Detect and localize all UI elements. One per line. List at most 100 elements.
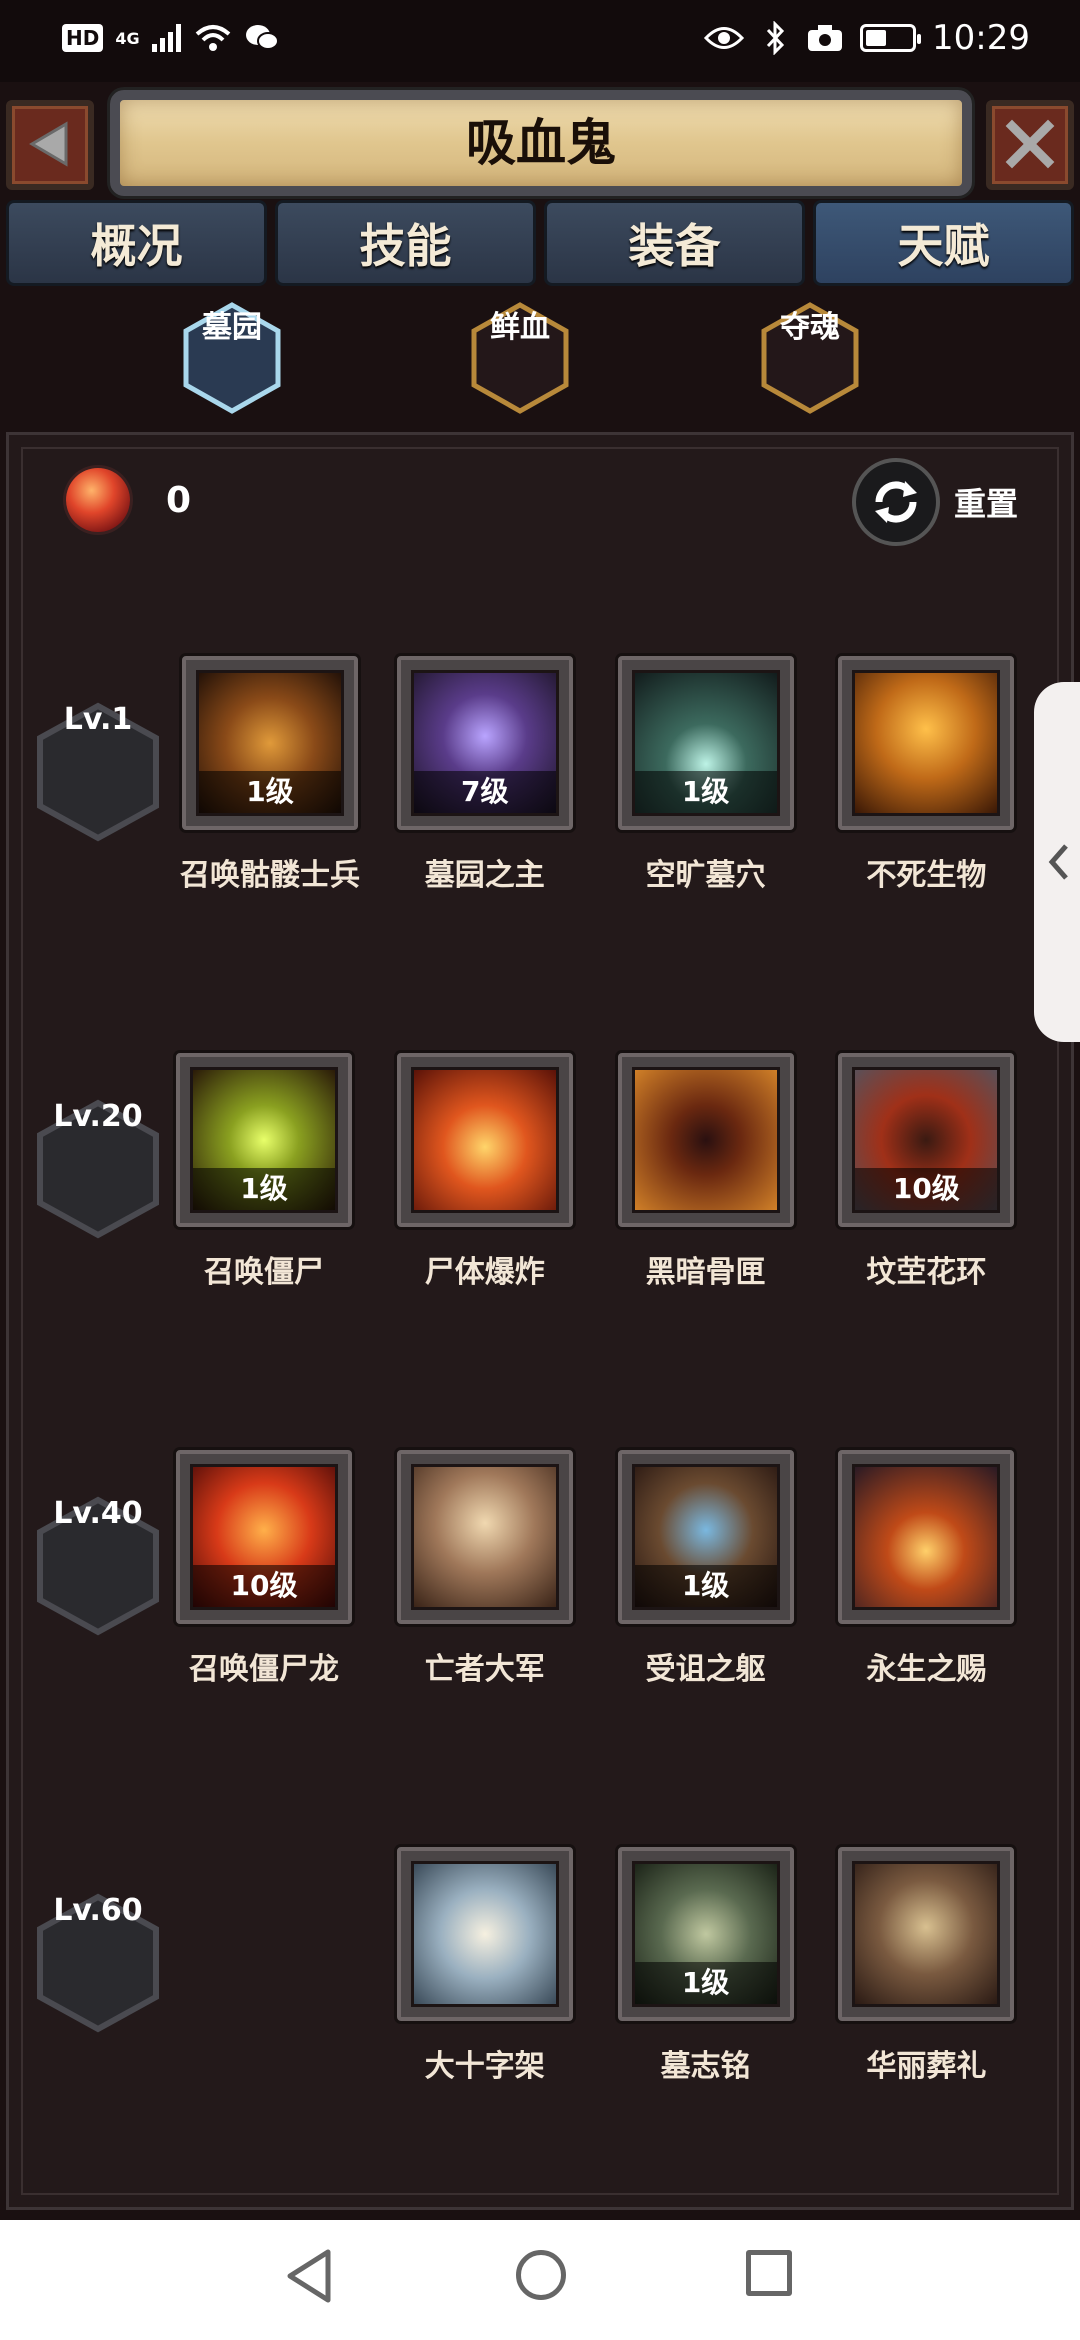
talent-frame	[838, 1449, 1015, 1624]
reset-label: 重置	[954, 485, 1019, 523]
zombie-dragon-icon: 10级	[190, 1463, 339, 1610]
undead-creature-icon	[852, 670, 1001, 817]
tab-talent[interactable]: 天赋	[813, 200, 1074, 286]
talent-frame	[838, 656, 1015, 831]
talent-frame	[396, 1846, 573, 2021]
close-button[interactable]	[986, 100, 1074, 190]
reset-button[interactable]: 重置	[852, 458, 1018, 546]
status-bar: HD 4G 10:29	[0, 0, 1080, 82]
talent-level: 1级	[193, 1168, 336, 1211]
subtab-soulsnatch[interactable]: 夺魂	[760, 302, 860, 414]
talent-frame: 1级	[176, 1053, 353, 1228]
tier-level-badge: Lv.60	[36, 1893, 160, 2033]
tier-level-label: Lv.60	[53, 1892, 143, 1928]
talent-level: 10级	[193, 1564, 336, 1607]
great-cross-icon	[410, 1860, 559, 2007]
talent-tile[interactable]: 1级 空旷墓穴	[617, 656, 794, 894]
subtab-label: 夺魂	[780, 310, 840, 345]
tab-equipment[interactable]: 装备	[544, 200, 805, 286]
nav-recents-icon[interactable]	[746, 2250, 792, 2296]
talent-tile[interactable]: 黑暗骨匣	[617, 1053, 794, 1291]
talent-tile[interactable]: 尸体爆炸	[396, 1053, 573, 1291]
hd-badge: HD	[62, 24, 104, 52]
skeleton-soldier-icon: 1级	[195, 670, 344, 817]
tier-level-badge: Lv.40	[36, 1496, 160, 1636]
talent-tile[interactable]: 10级 召唤僵尸龙	[176, 1449, 353, 1688]
talent-tile[interactable]: 10级坟茔花环	[838, 1053, 1015, 1291]
empty-tomb-icon: 1级	[631, 670, 780, 817]
talent-level: 1级	[198, 771, 341, 814]
back-arrow-icon	[29, 121, 68, 167]
talent-frame	[617, 1053, 794, 1228]
chevron-left-icon	[1048, 844, 1068, 880]
main-tabs: 概况 技能 装备 天赋	[0, 200, 1080, 292]
tier-level-badge: Lv.20	[36, 1099, 160, 1239]
subtab-blood[interactable]: 鲜血	[470, 302, 570, 414]
nav-home-icon[interactable]	[516, 2250, 566, 2300]
subtab-graveyard[interactable]: 墓园	[182, 302, 282, 414]
network-label: 4G	[115, 28, 140, 48]
army-of-dead-icon	[410, 1463, 559, 1610]
talent-frame: 10级	[838, 1053, 1015, 1228]
tab-skills[interactable]: 技能	[275, 200, 536, 286]
eye-icon	[704, 27, 745, 49]
title-banner: 吸血鬼	[110, 90, 972, 196]
signal-icon	[151, 24, 181, 52]
talent-tile[interactable]: 华丽葬礼	[838, 1846, 1015, 2085]
subtab-label: 鲜血	[490, 310, 550, 345]
talent-points: 0	[66, 468, 191, 532]
talent-tile[interactable]: 亡者大军	[396, 1449, 573, 1688]
talent-tile[interactable]: 不死生物	[838, 656, 1015, 894]
immortal-gift-icon	[852, 1463, 1001, 1610]
tab-overview[interactable]: 概况	[6, 200, 267, 286]
grave-wreath-icon: 10级	[852, 1067, 1001, 1214]
talent-tile[interactable]: 1级 召唤骷髅士兵	[180, 656, 360, 894]
status-right: 10:29	[704, 18, 1030, 58]
graveyard-lord-icon: 7级	[410, 670, 559, 817]
talent-level: 1级	[634, 771, 777, 814]
talent-tile[interactable]: 永生之赐	[838, 1449, 1015, 1688]
talent-name: 永生之赐	[866, 1651, 987, 1687]
talent-orb-icon	[66, 468, 130, 532]
dark-bone-box-icon	[631, 1067, 780, 1214]
talent-tile[interactable]: 大十字架	[396, 1846, 573, 2085]
page-title: 吸血鬼	[466, 114, 616, 172]
battery-level	[866, 30, 886, 46]
talent-tile[interactable]: 7级 墓园之主	[396, 656, 573, 894]
talent-tile[interactable]: 1级 墓志铭	[617, 1846, 794, 2085]
refresh-icon	[852, 458, 940, 546]
summon-zombie-icon: 1级	[190, 1067, 339, 1214]
clock: 10:29	[932, 18, 1030, 58]
side-drawer-handle[interactable]	[1034, 682, 1080, 1042]
talent-frame: 10级	[176, 1449, 353, 1624]
talent-name: 不死生物	[866, 858, 987, 894]
bluetooth-icon	[766, 21, 785, 55]
talent-name: 坟茔花环	[866, 1255, 987, 1291]
system-nav-bar	[0, 2220, 1080, 2340]
talent-frame	[838, 1846, 1015, 2021]
talent-tree-tabs: 墓园 鲜血 夺魂	[0, 302, 1080, 422]
camera-icon	[808, 25, 843, 51]
talent-frame: 1级	[617, 656, 794, 831]
wifi-icon	[195, 25, 230, 51]
corpse-explosion-icon	[410, 1067, 559, 1214]
tier-level-badge: Lv.1	[36, 702, 160, 842]
talent-frame: 1级	[617, 1449, 794, 1624]
close-icon	[1005, 119, 1055, 169]
cursed-body-icon: 1级	[631, 1463, 780, 1610]
grand-funeral-icon	[852, 1860, 1001, 2007]
talent-frame: 1级	[617, 1846, 794, 2021]
talent-tile[interactable]: 1级 受诅之躯	[617, 1449, 794, 1688]
back-button[interactable]	[6, 100, 94, 190]
tier-level-label: Lv.20	[53, 1099, 143, 1135]
talent-level: 1级	[634, 1961, 777, 2004]
talent-level: 7级	[413, 771, 556, 814]
talent-tile[interactable]: 1级 召唤僵尸	[176, 1053, 353, 1291]
epitaph-icon: 1级	[631, 1860, 780, 2007]
talent-frame	[396, 1449, 573, 1624]
tier-level-label: Lv.40	[53, 1495, 143, 1531]
talent-points-value: 0	[166, 479, 192, 521]
nav-back-icon[interactable]	[284, 2248, 334, 2304]
talent-frame: 1级	[181, 656, 358, 831]
subtab-label: 墓园	[202, 310, 262, 345]
